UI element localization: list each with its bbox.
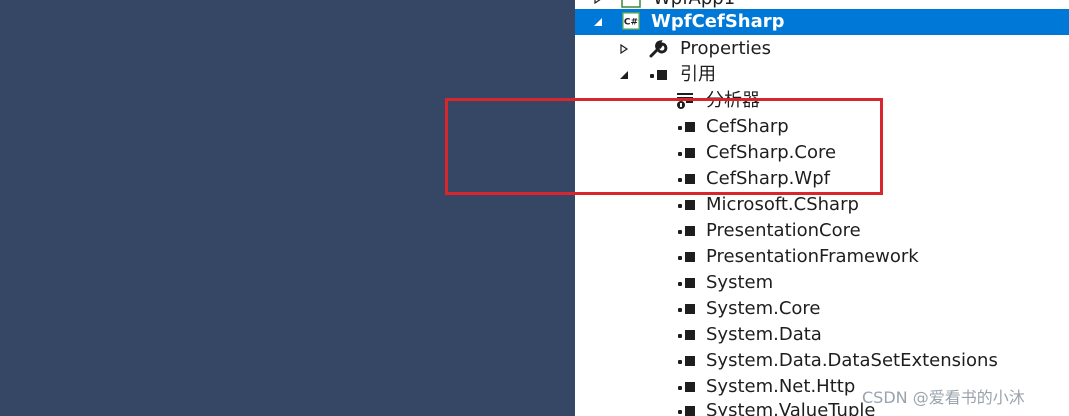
tree-item-label: 引用: [680, 64, 716, 85]
tree-item-label: System.ValueTuple: [706, 400, 876, 416]
tree-item-label: System.Net.Http: [706, 376, 856, 397]
tree-item-analyzers[interactable]: 分析器: [575, 88, 1069, 114]
tree-item-reference[interactable]: CefSharp: [575, 114, 1069, 140]
tree-item-label: CefSharp.Core: [706, 142, 837, 163]
tree-item-label: Microsoft.CSharp: [706, 194, 859, 215]
tree-item-reference[interactable]: Microsoft.CSharp: [575, 192, 1069, 218]
reference-icon: [677, 326, 697, 344]
csharp-project-icon: C#: [622, 12, 640, 30]
solution-explorer-tree[interactable]: WpfApp1 C# WpfCefSharp Properties 引用: [575, 0, 1069, 416]
tree-item-reference[interactable]: CefSharp.Core: [575, 140, 1069, 166]
reference-icon: [677, 352, 697, 370]
tree-item-label: CefSharp.Wpf: [706, 168, 830, 189]
csharp-project-icon: [621, 0, 641, 8]
wrench-icon: [649, 40, 668, 58]
editor-background-pane: [0, 0, 575, 416]
reference-icon: [677, 222, 697, 240]
tree-item-reference[interactable]: System.Data.DataSetExtensions: [575, 348, 1069, 374]
svg-text:C#: C#: [624, 18, 638, 28]
tree-item-label: System.Data.DataSetExtensions: [706, 350, 998, 371]
tree-item-label: WpfCefSharp: [651, 11, 785, 32]
tree-item-label: Properties: [680, 38, 771, 59]
analyzer-icon: [677, 93, 693, 109]
tree-item-references[interactable]: 引用: [575, 62, 1069, 88]
reference-icon: [677, 402, 697, 416]
reference-icon: [677, 274, 697, 292]
reference-icon: [677, 300, 697, 318]
reference-icon: [677, 118, 697, 136]
tree-item-label: System: [706, 272, 774, 293]
tree-item-reference[interactable]: PresentationCore: [575, 218, 1069, 244]
tree-item-label: System.Core: [706, 298, 821, 319]
expanded-arrow-icon[interactable]: [619, 70, 629, 80]
tree-item-label: System.Data: [706, 324, 822, 345]
tree-item-project[interactable]: C# WpfCefSharp: [575, 9, 1069, 35]
collapsed-arrow-icon[interactable]: [619, 44, 629, 54]
tree-item-label: PresentationFramework: [706, 246, 919, 267]
reference-icon: [649, 66, 669, 84]
tree-item-label: 分析器: [706, 90, 760, 111]
tree-item-label: CefSharp: [706, 116, 789, 137]
reference-icon: [677, 170, 697, 188]
tree-item-reference[interactable]: PresentationFramework: [575, 244, 1069, 270]
reference-icon: [677, 196, 697, 214]
reference-icon: [677, 378, 697, 396]
reference-icon: [677, 248, 697, 266]
expanded-arrow-icon[interactable]: [593, 17, 603, 27]
tree-item-label: PresentationCore: [706, 220, 861, 241]
tree-item-reference[interactable]: CefSharp.Wpf: [575, 166, 1069, 192]
reference-icon: [677, 144, 697, 162]
tree-item-reference[interactable]: System.Data: [575, 322, 1069, 348]
tree-item-reference[interactable]: System.Core: [575, 296, 1069, 322]
watermark-text: CSDN @爱看书的小沐: [862, 388, 1025, 407]
tree-item-reference[interactable]: System: [575, 270, 1069, 296]
collapsed-arrow-icon[interactable]: [593, 0, 603, 4]
tree-item-properties[interactable]: Properties: [575, 36, 1069, 62]
